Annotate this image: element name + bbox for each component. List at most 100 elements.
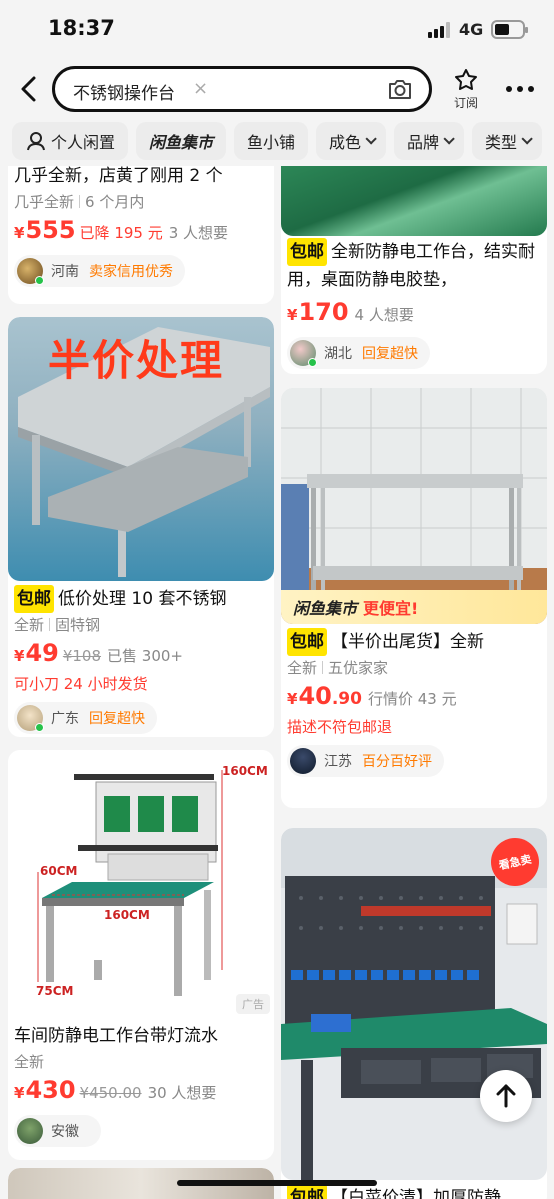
filter-chip-brand[interactable]: 品牌 xyxy=(394,122,464,160)
price-value: 430 xyxy=(25,1076,76,1104)
free-shipping-tag: 包邮 xyxy=(287,238,327,266)
more-options-icon[interactable] xyxy=(504,80,536,98)
price: ¥40.90 xyxy=(287,682,362,710)
price: ¥170 xyxy=(287,298,349,326)
seller-location: 河南 xyxy=(51,264,79,280)
chip-label: 类型 xyxy=(484,133,517,152)
subscribe-button[interactable]: 订阅 xyxy=(448,68,484,112)
price-drop-note: 已降 195 元 xyxy=(79,224,163,242)
product-card[interactable]: 闲鱼集市 更便宜! 包邮 【半价出尾货】全新 全新 五优家家 ¥40.90 行情价 4… xyxy=(281,388,547,808)
status-time: 18:37 xyxy=(48,16,115,40)
avatar xyxy=(17,258,44,285)
online-dot xyxy=(35,723,44,732)
product-image: 闲鱼集市 更便宜! xyxy=(281,388,547,624)
market-price: 行情价 43 元 xyxy=(367,690,457,708)
want-count: 4 人想要 xyxy=(354,306,414,324)
product-image: 看急卖 xyxy=(281,828,547,1180)
product-title: 包邮 低价处理 10 套不锈钢 xyxy=(8,581,274,613)
price-value: 555 xyxy=(25,216,76,244)
filter-chip-personal[interactable]: 个人闲置 xyxy=(12,122,128,160)
product-card[interactable]: 几乎全新，店黄了刚用 2 个 几乎全新 6 个月内 ¥555 已降 195 元 3 人… xyxy=(8,166,274,304)
seller-chip[interactable]: 安徽 xyxy=(14,1115,101,1147)
product-title: 几乎全新，店黄了刚用 2 个 xyxy=(14,166,223,186)
product-card[interactable]: 半价处理 包邮 低价处理 10 套不锈钢 全新 固特钢 ¥49 ¥108 已售 300+… xyxy=(8,317,274,737)
product-image xyxy=(281,166,547,236)
free-shipping-tag: 包邮 xyxy=(14,585,54,613)
price-value: 170 xyxy=(298,298,349,326)
filter-chip-condition[interactable]: 成色 xyxy=(316,122,386,160)
free-shipping-tag: 包邮 xyxy=(287,1184,327,1199)
seller-chip[interactable]: 湖北 回复超快 xyxy=(287,337,430,369)
seller-chip[interactable]: 江苏 百分百好评 xyxy=(287,745,444,777)
product-card[interactable]: 看急卖 包邮 【白菜价清】加厚防静 xyxy=(281,828,547,1199)
camera-icon[interactable] xyxy=(387,77,413,101)
brand-text: 固特钢 xyxy=(55,616,101,634)
chevron-down-icon xyxy=(521,133,533,145)
avatar xyxy=(17,705,44,732)
age-text: 6 个月内 xyxy=(85,193,145,211)
image-overlay-text: 半价处理 xyxy=(48,336,225,385)
filter-chip-type[interactable]: 类型 xyxy=(472,122,542,160)
back-arrow-icon[interactable] xyxy=(14,72,44,106)
shop-text: 五优家家 xyxy=(328,659,389,677)
filter-chip-shop[interactable]: 鱼小铺 xyxy=(234,122,308,160)
product-card[interactable]: 包邮 全新防静电工作台，结实耐用，桌面防静电胶垫， ¥170 4 人想要 湖北 回复… xyxy=(281,166,547,374)
price: ¥555 xyxy=(14,216,76,244)
price-row: ¥49 ¥108 已售 300+ xyxy=(8,637,274,672)
chevron-down-icon xyxy=(365,133,377,145)
search-query: 不锈钢操作台 xyxy=(73,84,175,104)
original-price: ¥450.00 xyxy=(79,1084,142,1102)
signal-icon xyxy=(428,22,452,38)
filter-chip-market[interactable]: 闲鱼集市 xyxy=(136,122,226,160)
dimension-label: 160CM xyxy=(104,908,150,922)
promo-banner: 闲鱼集市 更便宜! xyxy=(281,590,547,624)
person-icon xyxy=(26,132,45,151)
product-card[interactable]: 160CM 60CM 160CM 75CM 广告 车间防静电工作台带灯流水 全新… xyxy=(8,750,274,1160)
dimension-label: 160CM xyxy=(222,764,268,778)
condition-text: 全新 xyxy=(14,1053,45,1071)
online-dot xyxy=(308,358,317,367)
seller-location: 江苏 xyxy=(324,754,352,770)
back-to-top-button[interactable] xyxy=(480,1070,532,1122)
chevron-down-icon xyxy=(443,133,455,145)
want-count: 30 人想要 xyxy=(147,1084,217,1102)
status-bar: 18:37 4G xyxy=(0,0,554,60)
product-title: 包邮 全新防静电工作台，结实耐用，桌面防静电胶垫， xyxy=(281,236,547,294)
want-count: 3 人想要 xyxy=(168,224,229,242)
separator xyxy=(49,618,51,631)
seller-badge: 百分百好评 xyxy=(362,754,432,770)
seller-badge: 回复超快 xyxy=(362,346,418,362)
product-title-text: 低价处理 10 套不锈钢 xyxy=(58,589,227,609)
product-meta: 全新 固特钢 xyxy=(8,613,274,637)
separator xyxy=(322,661,324,674)
workbench-illustration xyxy=(37,770,223,996)
seller-chip[interactable]: 河南 卖家信用优秀 xyxy=(14,255,185,287)
chip-label: 鱼小铺 xyxy=(246,133,295,152)
promo-text: 描述不符包邮退 xyxy=(287,718,393,736)
seller-location: 湖北 xyxy=(324,346,352,362)
seller-badge: 卖家信用优秀 xyxy=(89,264,173,280)
price-row: ¥40.90 行情价 43 元 xyxy=(281,680,547,715)
product-meta: 全新 xyxy=(8,1050,274,1074)
condition-text: 全新 xyxy=(14,616,45,634)
chip-label: 个人闲置 xyxy=(50,133,115,152)
product-meta: 几乎全新 6 个月内 xyxy=(8,190,274,214)
price-row: ¥170 4 人想要 xyxy=(281,296,547,331)
product-title: 车间防静电工作台带灯流水 xyxy=(14,1026,218,1046)
home-indicator[interactable] xyxy=(177,1180,377,1186)
original-price: ¥108 xyxy=(62,647,102,665)
steel-rack-illustration xyxy=(281,388,547,624)
seller-location: 安徽 xyxy=(51,1124,79,1140)
seller-chip[interactable]: 广东 回复超快 xyxy=(14,702,157,734)
price: ¥49 xyxy=(14,639,59,667)
condition-text: 几乎全新 xyxy=(14,193,75,211)
product-meta: 全新 五优家家 xyxy=(281,656,547,680)
price: ¥430 xyxy=(14,1076,76,1104)
search-input[interactable]: 不锈钢操作台 × xyxy=(52,66,432,112)
banner-text: 更便宜! xyxy=(363,599,419,618)
seller-badge: 回复超快 xyxy=(89,711,145,727)
battery-icon xyxy=(491,20,528,39)
dimension-label: 75CM xyxy=(36,984,74,998)
clear-icon[interactable]: × xyxy=(193,78,208,99)
chip-label: 成色 xyxy=(328,133,361,152)
